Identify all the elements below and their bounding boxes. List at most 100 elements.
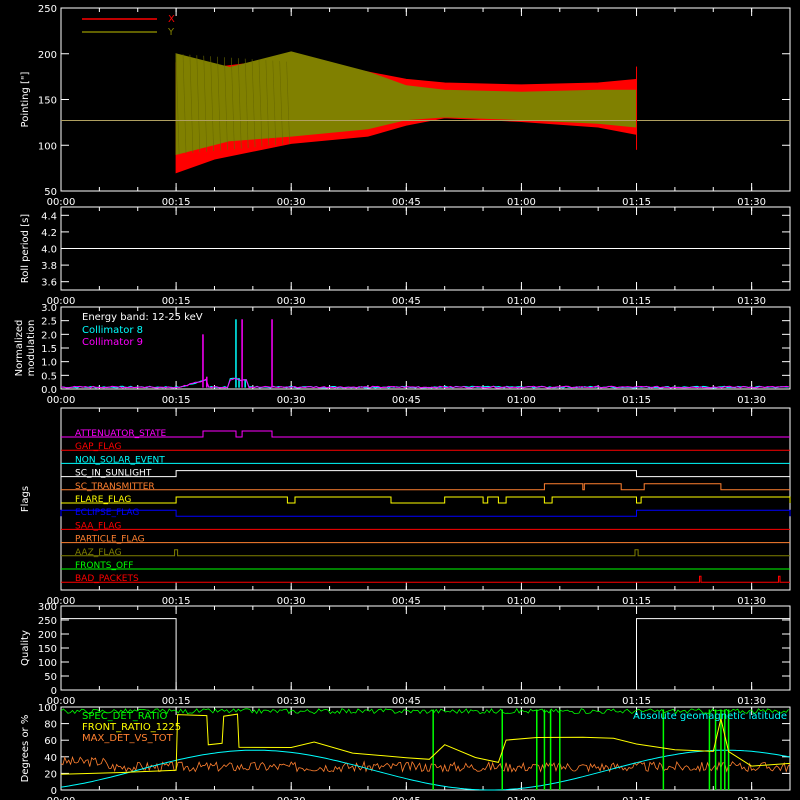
x-tick-label: 01:30	[737, 596, 766, 607]
y-tick-label: 0	[51, 786, 57, 797]
y-tick-label: 40	[44, 753, 57, 764]
x-tick-label: 01:15	[622, 296, 651, 307]
x-tick-label: 00:30	[277, 197, 306, 208]
x-tick-label: 01:30	[737, 197, 766, 208]
y-tick-label: 200	[38, 50, 57, 61]
panel-pointing: 00:00 00:15 00:30 00:45 01:00 01:15 01:30 50 100…	[20, 4, 791, 208]
y-tick-label: 250	[38, 616, 57, 627]
flag-label-sc-in-sunlight: SC_IN_SUNLIGHT	[75, 469, 152, 479]
y-tick-label: 100	[38, 658, 57, 669]
y-tick-label: 100	[38, 141, 57, 152]
y-axis-label: Pointing ["]	[20, 71, 31, 127]
x-tick-label: 00:00	[47, 395, 76, 406]
flag-label-eclipse-flag: ECLIPSE_FLAG	[75, 508, 139, 518]
panel-flags: 00:00 00:15 00:30 00:45 01:00 01:15 01:30Flags…	[20, 407, 791, 607]
panel-modulation: 00:00 00:15 00:30 00:45 01:00 01:15 01:30 0.0 0.…	[14, 303, 791, 406]
flag-label-saa-flag: SAA_FLAG	[75, 521, 121, 531]
panel-frame	[60, 407, 791, 591]
y-tick-label: 0.5	[41, 371, 57, 382]
modulation-trace-9	[60, 377, 789, 389]
flag-label-aaz-flag: AAZ_FLAG	[75, 548, 122, 558]
y-tick-label: 200	[38, 630, 57, 641]
y-tick-label: 4.4	[41, 211, 57, 222]
flag-label-flare-flag: FLARE_FLAG	[75, 495, 131, 505]
x-tick-label: 01:30	[737, 696, 766, 707]
y-tick-label: 1.0	[41, 358, 57, 369]
x-tick-label: 01:15	[622, 696, 651, 707]
x-tick-label: 00:30	[277, 696, 306, 707]
y-tick-label: 4.2	[41, 228, 57, 239]
x-tick-label: 01:15	[622, 395, 651, 406]
x-tick-label: 00:30	[277, 596, 306, 607]
x-tick-label: 01:00	[507, 596, 536, 607]
x-tick-label: 00:30	[277, 296, 306, 307]
flag-label-attenuator-state: ATTENUATOR_STATE	[75, 429, 167, 439]
legend-label-x: X	[168, 14, 175, 25]
y-axis-label: Normalized	[14, 320, 25, 377]
panel-quality: 00:00 00:15 00:30 00:45 01:00 01:15 01:3005010…	[20, 602, 791, 707]
flag-label-gap-flag: GAP_FLAG	[75, 442, 121, 452]
y-tick-label: 2.5	[41, 317, 57, 328]
y-tick-label: 80	[44, 720, 57, 731]
y-tick-label: 60	[44, 736, 57, 747]
y-tick-label: 0.0	[41, 385, 57, 396]
x-tick-label: 01:00	[507, 796, 536, 800]
y-axis-label: modulation	[26, 320, 37, 377]
legend-label-collimator-9: Collimator 9	[82, 337, 143, 348]
y-tick-label: 150	[38, 644, 57, 655]
y-tick-label: 3.0	[41, 303, 57, 314]
legend-label-max-det-vs-tot: MAX_DET_VS_TOT	[82, 733, 174, 744]
x-tick-label: 00:00	[47, 197, 76, 208]
x-tick-label: 00:15	[162, 596, 191, 607]
y-tick-label: 0	[51, 686, 57, 697]
x-tick-label: 01:00	[507, 296, 536, 307]
y-tick-label: 50	[44, 672, 57, 683]
x-tick-label: 00:30	[277, 395, 306, 406]
x-tick-label: 01:00	[507, 696, 536, 707]
y-axis-label: Flags	[20, 486, 31, 512]
y-tick-label: 3.8	[41, 261, 57, 272]
x-tick-label: 00:45	[392, 296, 421, 307]
flag-label-fronts-off: FRONTS_OFF	[75, 561, 133, 571]
y-axis-label: Roll period [s]	[20, 214, 31, 283]
flag-line-sc-transmitter	[61, 483, 790, 491]
x-tick-label: 01:15	[622, 197, 651, 208]
y-tick-label: 250	[38, 4, 57, 15]
legend-label-collimator-8: Collimator 8	[82, 325, 143, 336]
x-tick-label: 01:15	[622, 796, 651, 800]
legend-label-spec-det-ratio: SPEC_DET_RATIO	[82, 711, 167, 722]
flag-line-flare-flag	[61, 496, 791, 504]
y-tick-label: 50	[44, 187, 57, 198]
flag-line-aaz-flag	[61, 549, 790, 557]
y-tick-label: 2.0	[41, 330, 57, 341]
flag-label-bad-packets: BAD_PACKETS	[75, 574, 139, 584]
y-tick-label: 20	[44, 769, 57, 780]
x-tick-label: 00:15	[162, 395, 191, 406]
x-tick-label: 01:00	[507, 395, 536, 406]
x-tick-label: 00:15	[162, 296, 191, 307]
flag-label-non-solar-event: NON_SOLAR_EVENT	[75, 455, 165, 465]
x-tick-label: 01:00	[507, 197, 536, 208]
x-tick-label: 01:15	[622, 596, 651, 607]
legend-label-front-ratio-1225: FRONT_RATIO_1225	[82, 722, 181, 733]
x-tick-label: 01:30	[737, 296, 766, 307]
y-tick-label: 300	[38, 602, 57, 613]
x-tick-label: 01:30	[737, 395, 766, 406]
x-tick-label: 01:30	[737, 796, 766, 800]
y-tick-label: 4.0	[41, 245, 57, 256]
x-tick-label: 00:15	[162, 696, 191, 707]
panel-roll: 00:00 00:15 00:30 00:45 01:00 01:15 01:303.63.…	[20, 206, 791, 307]
flag-line-eclipse-flag	[60, 509, 791, 517]
flag-line-attenuator-state	[61, 430, 790, 438]
x-tick-label: 00:15	[162, 796, 191, 800]
x-tick-label: 00:15	[162, 197, 191, 208]
x-tick-label: 00:30	[277, 796, 306, 800]
flag-label-sc-transmitter: SC_TRANSMITTER	[75, 482, 155, 492]
x-tick-label: 00:45	[392, 796, 421, 800]
legend-label-geomagnetic-latitude: Absolute geomagnetic latitude	[633, 711, 787, 722]
y-tick-label: 3.6	[41, 278, 57, 289]
x-tick-label: 00:45	[392, 596, 421, 607]
legend-label-y: Y	[167, 27, 175, 38]
modulation-trace-8	[60, 377, 789, 389]
flag-line-bad-packets	[61, 575, 790, 583]
